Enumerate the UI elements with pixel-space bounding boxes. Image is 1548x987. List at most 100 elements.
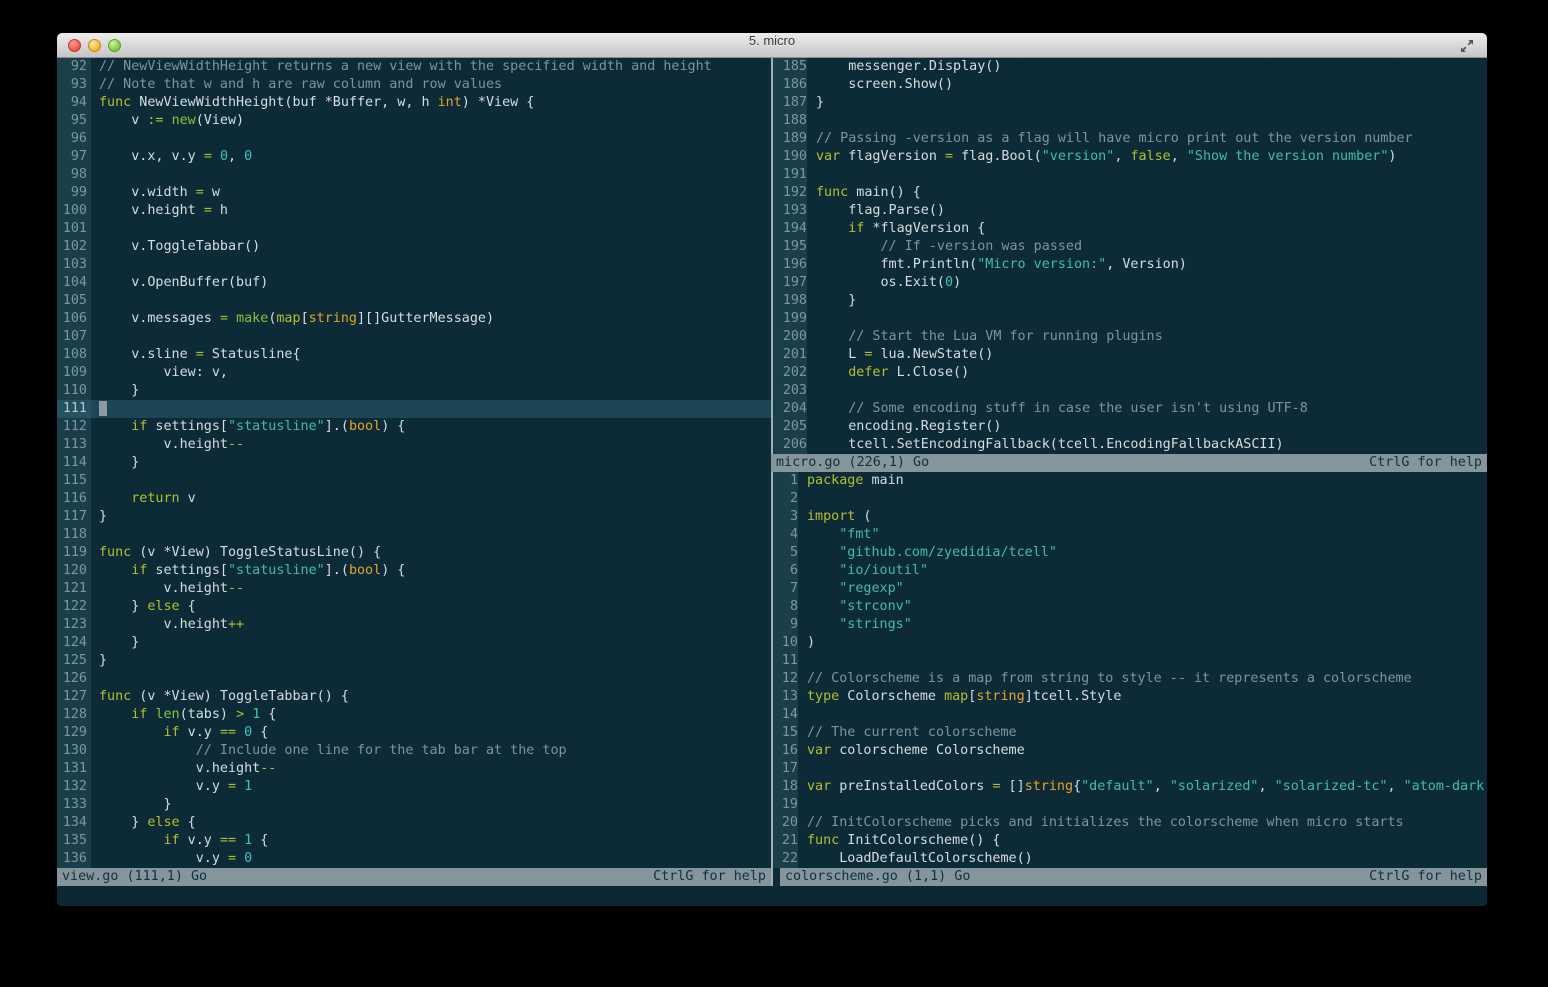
code-line[interactable]: 104 v.OpenBuffer(buf) bbox=[57, 274, 771, 292]
code-line[interactable]: 135 if v.y == 1 { bbox=[57, 832, 771, 850]
code-line[interactable]: 97 v.x, v.y = 0, 0 bbox=[57, 148, 771, 166]
code-line[interactable]: 96 bbox=[57, 130, 771, 148]
code-line[interactable]: 14 bbox=[771, 706, 1487, 724]
code-line[interactable]: 187} bbox=[771, 94, 1487, 112]
code-line[interactable]: 18var preInstalledColors = []string{"def… bbox=[771, 778, 1487, 796]
code-line[interactable]: 15// The current colorscheme bbox=[771, 724, 1487, 742]
code-line[interactable]: 101 bbox=[57, 220, 771, 238]
code-line[interactable]: 196 fmt.Println("Micro version:", Versio… bbox=[771, 256, 1487, 274]
pane-view-go[interactable]: 92// NewViewWidthHeight returns a new vi… bbox=[57, 58, 771, 868]
code-line[interactable]: 131 v.height-- bbox=[57, 760, 771, 778]
code-line[interactable]: 102 v.ToggleTabbar() bbox=[57, 238, 771, 256]
code-line[interactable]: 120 if settings["statusline"].(bool) { bbox=[57, 562, 771, 580]
window-titlebar[interactable]: 5. micro bbox=[57, 33, 1487, 58]
code-line[interactable]: 19 bbox=[771, 796, 1487, 814]
code-line[interactable]: 200 // Start the Lua VM for running plug… bbox=[771, 328, 1487, 346]
code-line[interactable]: 10) bbox=[771, 634, 1487, 652]
code-line[interactable]: 189// Passing -version as a flag will ha… bbox=[771, 130, 1487, 148]
code-line[interactable]: 92// NewViewWidthHeight returns a new vi… bbox=[57, 58, 771, 76]
code-line[interactable]: 129 if v.y == 0 { bbox=[57, 724, 771, 742]
code-line[interactable]: 204 // Some encoding stuff in case the u… bbox=[771, 400, 1487, 418]
code-line[interactable]: 127func (v *View) ToggleTabbar() { bbox=[57, 688, 771, 706]
code-line[interactable]: 103 bbox=[57, 256, 771, 274]
code-line[interactable]: 3import ( bbox=[771, 508, 1487, 526]
code-line[interactable]: 188 bbox=[771, 112, 1487, 130]
code-line[interactable]: 206 tcell.SetEncodingFallback(tcell.Enco… bbox=[771, 436, 1487, 454]
code-line[interactable]: 12// Colorscheme is a map from string to… bbox=[771, 670, 1487, 688]
code-line[interactable]: 95 v := new(View) bbox=[57, 112, 771, 130]
code-token: { bbox=[260, 707, 276, 722]
code-line[interactable]: 7 "regexp" bbox=[771, 580, 1487, 598]
code-line[interactable]: 118 bbox=[57, 526, 771, 544]
code-line[interactable]: 13type Colorscheme map[string]tcell.Styl… bbox=[771, 688, 1487, 706]
pane-micro-go[interactable]: 185 messenger.Display()186 screen.Show()… bbox=[771, 58, 1487, 454]
code-line[interactable]: 106 v.messages = make(map[string][]Gutte… bbox=[57, 310, 771, 328]
resize-icon[interactable] bbox=[1459, 38, 1475, 54]
code-line[interactable]: 126 bbox=[57, 670, 771, 688]
code-line[interactable]: 193 flag.Parse() bbox=[771, 202, 1487, 220]
code-line[interactable]: 203 bbox=[771, 382, 1487, 400]
code-line[interactable]: 5 "github.com/zyedidia/tcell" bbox=[771, 544, 1487, 562]
pane-colorscheme-go[interactable]: 1package main23import (4 "fmt"5 "github.… bbox=[771, 472, 1487, 868]
code-line[interactable]: 136 v.y = 0 bbox=[57, 850, 771, 868]
code-line[interactable]: 93// Note that w and h are raw column an… bbox=[57, 76, 771, 94]
code-line[interactable]: 108 v.sline = Statusline{ bbox=[57, 346, 771, 364]
code-line[interactable]: 197 os.Exit(0) bbox=[771, 274, 1487, 292]
code-line[interactable]: 22 LoadDefaultColorscheme() bbox=[771, 850, 1487, 868]
code-line[interactable]: 123 v.height++ bbox=[57, 616, 771, 634]
code-line[interactable]: 121 v.height-- bbox=[57, 580, 771, 598]
code-line[interactable]: 186 screen.Show() bbox=[771, 76, 1487, 94]
code-line[interactable]: 132 v.y = 1 bbox=[57, 778, 771, 796]
code-line[interactable]: 130 // Include one line for the tab bar … bbox=[57, 742, 771, 760]
code-line[interactable]: 119func (v *View) ToggleStatusLine() { bbox=[57, 544, 771, 562]
code-line[interactable]: 128 if len(tabs) > 1 { bbox=[57, 706, 771, 724]
code-line[interactable]: 20// InitColorscheme picks and initializ… bbox=[771, 814, 1487, 832]
code-line[interactable]: 195 // If -version was passed bbox=[771, 238, 1487, 256]
code-line[interactable]: 105 bbox=[57, 292, 771, 310]
code-line[interactable]: 2 bbox=[771, 490, 1487, 508]
code-line[interactable]: 109 view: v, bbox=[57, 364, 771, 382]
code-line[interactable]: 191 bbox=[771, 166, 1487, 184]
code-line[interactable]: 192func main() { bbox=[771, 184, 1487, 202]
split-divider[interactable] bbox=[771, 868, 780, 886]
code-line[interactable]: 134 } else { bbox=[57, 814, 771, 832]
code-line[interactable]: 201 L = lua.NewState() bbox=[771, 346, 1487, 364]
split-divider bbox=[771, 634, 780, 652]
code-line[interactable]: 133 } bbox=[57, 796, 771, 814]
code-line[interactable]: 94func NewViewWidthHeight(buf *Buffer, w… bbox=[57, 94, 771, 112]
code-line[interactable]: 112 if settings["statusline"].(bool) { bbox=[57, 418, 771, 436]
code-line[interactable]: 111 bbox=[57, 400, 771, 418]
code-line[interactable]: 110 } bbox=[57, 382, 771, 400]
code-line[interactable]: 199 bbox=[771, 310, 1487, 328]
code-line[interactable]: 8 "strconv" bbox=[771, 598, 1487, 616]
code-line[interactable]: 11 bbox=[771, 652, 1487, 670]
code-line[interactable]: 115 bbox=[57, 472, 771, 490]
code-line[interactable]: 125} bbox=[57, 652, 771, 670]
code-line[interactable]: 114 } bbox=[57, 454, 771, 472]
code-line[interactable]: 16var colorscheme Colorscheme bbox=[771, 742, 1487, 760]
code-line[interactable]: 116 return v bbox=[57, 490, 771, 508]
code-line[interactable]: 9 "strings" bbox=[771, 616, 1487, 634]
code-token: v.x, v.y bbox=[99, 149, 204, 164]
code-line[interactable]: 185 messenger.Display() bbox=[771, 58, 1487, 76]
code-line[interactable]: 21func InitColorscheme() { bbox=[771, 832, 1487, 850]
code-line[interactable]: 194 if *flagVersion { bbox=[771, 220, 1487, 238]
code-line[interactable]: 113 v.height-- bbox=[57, 436, 771, 454]
code-line[interactable]: 17 bbox=[771, 760, 1487, 778]
line-number: 106 bbox=[57, 310, 91, 328]
code-line[interactable]: 205 encoding.Register() bbox=[771, 418, 1487, 436]
code-line[interactable]: 1package main bbox=[771, 472, 1487, 490]
code-line[interactable]: 202 defer L.Close() bbox=[771, 364, 1487, 382]
code-line[interactable]: 100 v.height = h bbox=[57, 202, 771, 220]
code-line[interactable]: 6 "io/ioutil" bbox=[771, 562, 1487, 580]
code-line[interactable]: 4 "fmt" bbox=[771, 526, 1487, 544]
code-line[interactable]: 107 bbox=[57, 328, 771, 346]
code-line[interactable]: 198 } bbox=[771, 292, 1487, 310]
code-line[interactable]: 122 } else { bbox=[57, 598, 771, 616]
code-line[interactable]: 117} bbox=[57, 508, 771, 526]
code-line[interactable]: 190var flagVersion = flag.Bool("version"… bbox=[771, 148, 1487, 166]
command-line[interactable] bbox=[57, 886, 1487, 906]
code-line[interactable]: 99 v.width = w bbox=[57, 184, 771, 202]
code-line[interactable]: 124 } bbox=[57, 634, 771, 652]
code-line[interactable]: 98 bbox=[57, 166, 771, 184]
